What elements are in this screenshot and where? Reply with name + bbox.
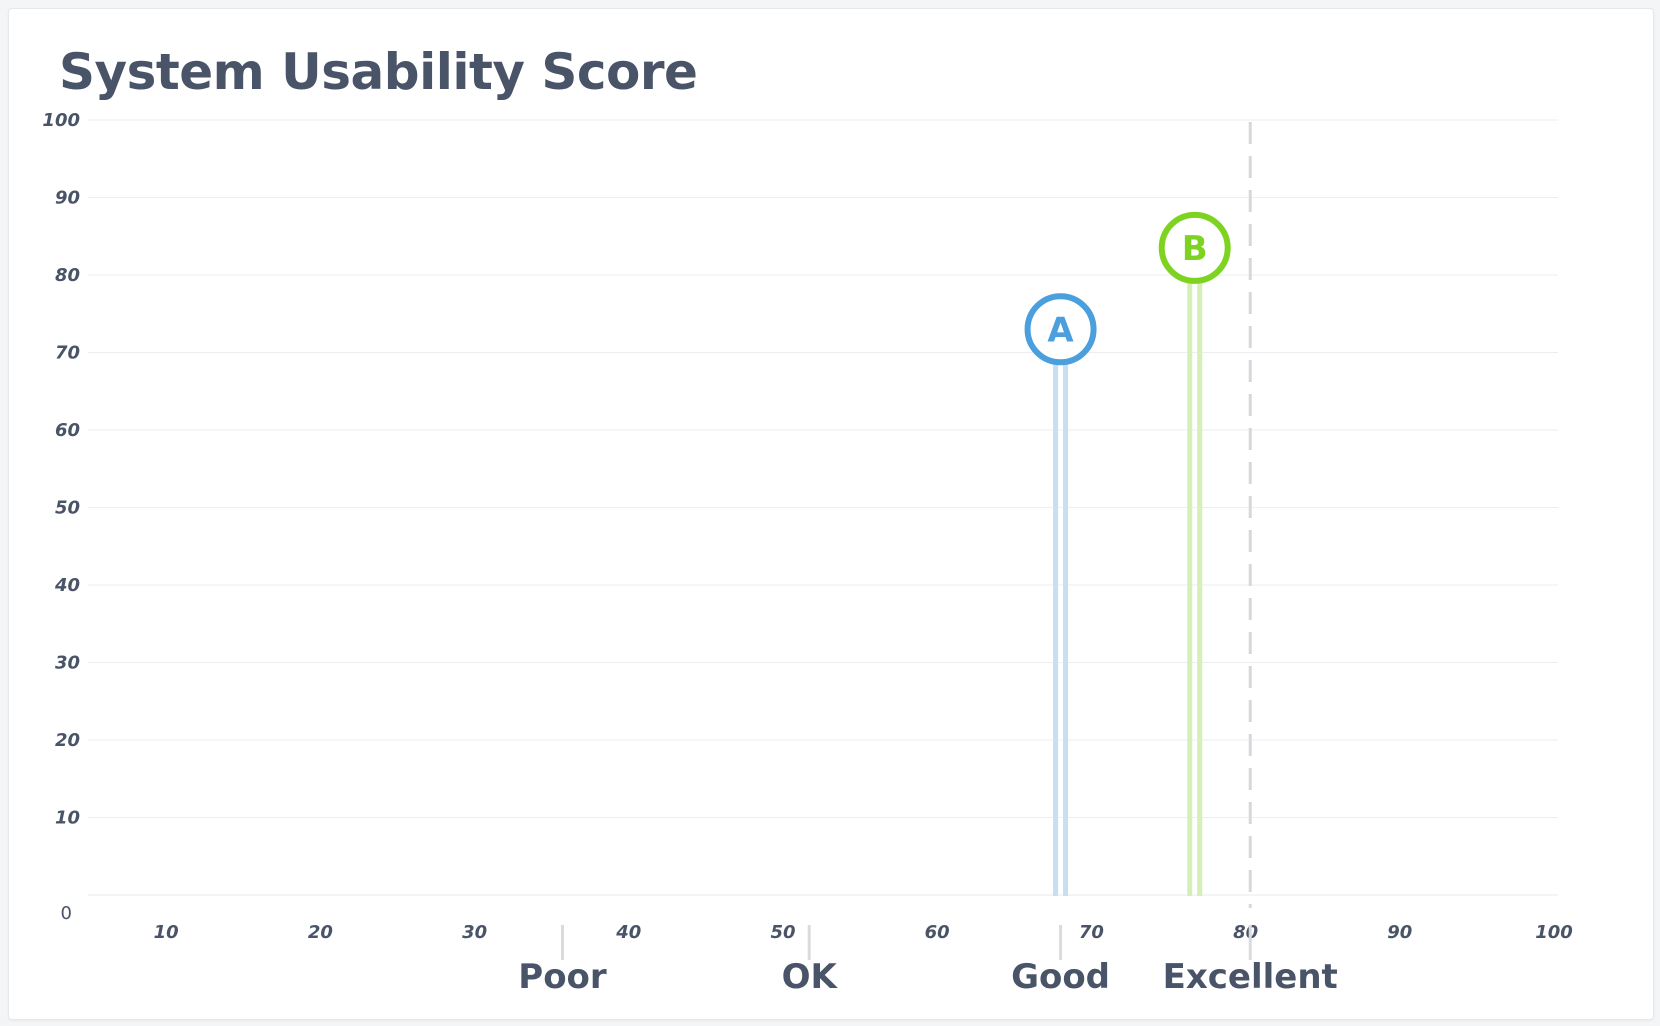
band-label-poor: Poor bbox=[518, 957, 607, 997]
band-label-ok: OK bbox=[782, 957, 839, 997]
x-tick-label: 30 bbox=[462, 922, 487, 943]
sus-chart: 10 20 30 40 50 60 70 80 90 100 0 10 20 30 40 50 60 70 80 90… bbox=[42, 110, 1573, 997]
x-tick-label: 50 bbox=[770, 922, 795, 943]
y-zero-label: 0 bbox=[61, 903, 72, 924]
y-tick-label: 20 bbox=[55, 730, 80, 751]
y-tick-label: 80 bbox=[55, 265, 80, 286]
y-tick-label: 60 bbox=[55, 420, 80, 441]
x-tick-label: 90 bbox=[1387, 922, 1412, 943]
y-tick-label: 50 bbox=[55, 498, 80, 519]
x-tick-label: 80 bbox=[1233, 922, 1258, 943]
y-tick-label: 90 bbox=[55, 188, 80, 209]
y-tick-label: 100 bbox=[42, 110, 80, 131]
y-tick-label: 70 bbox=[55, 343, 80, 364]
x-tick-label: 60 bbox=[925, 922, 950, 943]
x-tick-label: 100 bbox=[1535, 922, 1573, 943]
y-tick-label: 30 bbox=[55, 653, 80, 674]
y-tick-label: 10 bbox=[55, 808, 80, 829]
marker-label-a: A bbox=[1047, 310, 1074, 350]
y-tick-label: 40 bbox=[54, 575, 80, 596]
band-label-good: Good bbox=[1011, 957, 1110, 997]
band-label-excellent: Excellent bbox=[1163, 957, 1338, 997]
x-tick-label: 10 bbox=[154, 922, 179, 943]
x-tick-label: 70 bbox=[1079, 922, 1104, 943]
marker-label-b: B bbox=[1182, 229, 1208, 269]
x-tick-label: 20 bbox=[308, 922, 333, 943]
x-tick-label: 40 bbox=[615, 922, 641, 943]
